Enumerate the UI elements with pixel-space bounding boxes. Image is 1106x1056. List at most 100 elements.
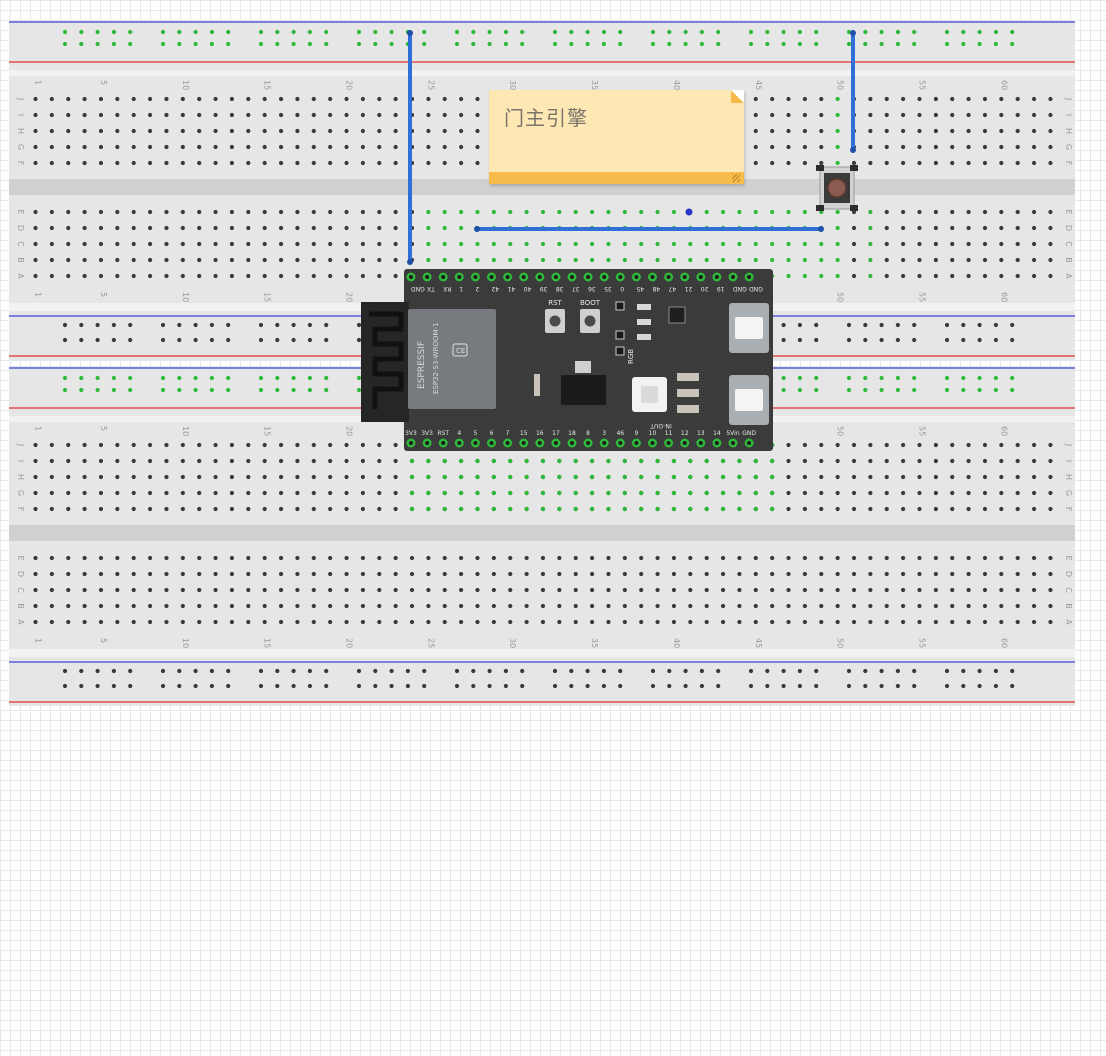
pin-label-top: 45: [636, 285, 644, 292]
module-label: ESP32-S3-WROOM-1: [432, 323, 440, 394]
smd-resistor: [637, 304, 651, 310]
wire-end[interactable]: [474, 226, 480, 232]
smd-resistor: [637, 319, 651, 325]
rgb-led-lens: [641, 386, 658, 403]
pin-hole: [473, 275, 478, 279]
esp32-s3-devkit[interactable]: ESPRESSIF ESP32-S3-WROOM-1 CEGND TX RX 1 2 42 41…: [361, 269, 773, 451]
pin-hole: [666, 275, 671, 279]
pin-label-top: GND: [733, 285, 747, 292]
usb-opening: [735, 317, 763, 339]
pin-hole: [537, 275, 542, 279]
pin-label-top: 38: [556, 285, 564, 292]
pin-label-bottom: 17: [552, 430, 560, 437]
wire-end[interactable]: [407, 30, 413, 36]
regulator-tab: [575, 361, 591, 373]
pin-label-top: 41: [507, 285, 515, 292]
pin-label-top: 0: [620, 285, 624, 292]
pin-label-bottom: 3: [602, 430, 606, 437]
pin-hole: [618, 441, 623, 445]
pin-hole: [505, 441, 510, 445]
pin-label-bottom: 3V3: [405, 430, 417, 437]
pin-label-top: 42: [491, 285, 499, 292]
pin-hole: [553, 441, 558, 445]
button-knob[interactable]: [584, 315, 596, 327]
smd-resistor: [637, 334, 651, 340]
pin-hole: [586, 275, 591, 279]
pin-label-top: 36: [588, 285, 596, 292]
pin-label-bottom: 5Vin: [726, 430, 739, 437]
wire-end[interactable]: [818, 226, 824, 232]
pin-label-bottom: 16: [536, 430, 544, 437]
pin-hole: [714, 275, 719, 279]
pin-label-top: 19: [717, 285, 725, 292]
pin-label-bottom: 7: [506, 430, 510, 437]
smd-diode: [615, 330, 625, 340]
button-knob[interactable]: [549, 315, 561, 327]
note-fold-corner: [731, 90, 744, 103]
pin-hole: [521, 275, 526, 279]
pin-hole: [634, 441, 639, 445]
pin-hole: [425, 275, 430, 279]
pin-label-top: 48: [652, 285, 660, 292]
pin-hole: [698, 275, 703, 279]
smd-capacitor: [534, 384, 540, 396]
pin-label-top: TX: [427, 285, 436, 292]
smd-capacitor: [677, 373, 699, 381]
pin-label-bottom: 4: [457, 430, 461, 437]
note-text[interactable]: 门主引擎: [504, 102, 588, 131]
pin-label-bottom: 14: [713, 430, 721, 437]
pin-label-top: 2: [475, 285, 479, 292]
pin-label-bottom: 8: [586, 430, 590, 437]
pin-hole: [441, 275, 446, 279]
smd-capacitor: [677, 405, 699, 413]
pin-hole: [618, 275, 623, 279]
wire-end[interactable]: [850, 147, 856, 153]
pushbutton-cap[interactable]: [827, 178, 847, 198]
pin-hole: [747, 275, 752, 279]
pushbutton[interactable]: [816, 163, 858, 213]
brand-label: ESPRESSIF: [417, 341, 427, 389]
usb-opening: [735, 389, 763, 411]
pin-hole: [570, 441, 574, 445]
pin-label-top: 20: [701, 285, 709, 292]
pin-hole: [682, 441, 687, 445]
pin-label-top: GND: [749, 285, 763, 292]
pin-label-bottom: 5: [473, 430, 477, 437]
pin-hole: [489, 275, 494, 279]
pin-hole: [489, 441, 494, 445]
note-resize-grip[interactable]: [732, 174, 740, 182]
circuit-canvas[interactable]: 1155101015152020252530303535404045455050…: [0, 0, 1106, 715]
pin-label-bottom: 46: [616, 430, 624, 437]
pin-label-top: 40: [524, 285, 532, 292]
pin-label-bottom: 6: [490, 430, 494, 437]
pin-label-top: RX: [443, 285, 451, 292]
pin-label-top: 35: [604, 285, 612, 292]
pin-label-top: GND: [411, 285, 425, 292]
pin-hole: [731, 441, 735, 445]
pin-hole: [602, 275, 607, 279]
pin-hole: [409, 441, 413, 445]
pin-label-top: 37: [572, 285, 580, 292]
pin-label-bottom: 9: [634, 430, 638, 437]
button-label: RST: [548, 299, 562, 307]
pin-hole: [682, 275, 687, 279]
smd-diode: [615, 301, 625, 311]
pin-hole: [666, 441, 671, 445]
pin-hole: [650, 441, 655, 445]
selected-hole-marker[interactable]: [685, 208, 693, 216]
wire-end[interactable]: [850, 30, 856, 36]
button-label: BOOT: [580, 299, 601, 307]
pin-hole: [409, 275, 413, 279]
pin-hole: [586, 441, 591, 445]
pin-hole: [714, 441, 719, 445]
pin-hole: [553, 275, 558, 279]
pin-hole: [537, 441, 542, 445]
wire-end[interactable]: [407, 259, 413, 265]
pin-hole: [505, 275, 510, 279]
pin-hole: [650, 275, 655, 279]
pin-label-bottom: 12: [681, 430, 689, 437]
pin-label-bottom: 13: [697, 430, 705, 437]
pin-hole: [602, 441, 607, 445]
pin-hole: [457, 441, 462, 445]
sticky-note[interactable]: 门主引擎: [489, 90, 744, 184]
